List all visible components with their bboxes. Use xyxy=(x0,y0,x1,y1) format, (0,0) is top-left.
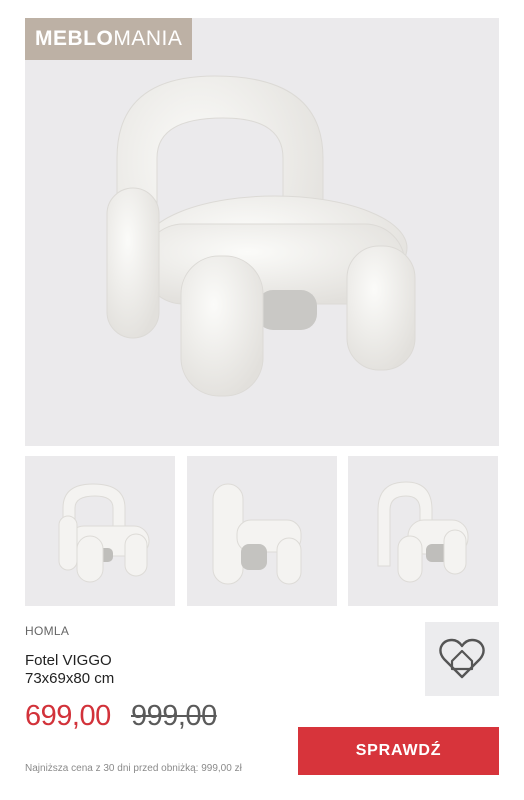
product-thumbnail-angle[interactable] xyxy=(348,456,498,606)
favorite-button[interactable] xyxy=(425,622,499,696)
armchair-angle-thumb xyxy=(377,481,469,583)
product-thumbnail-front[interactable] xyxy=(25,456,175,606)
logo-text-bold: MEBLO xyxy=(35,27,114,50)
logo-text-light: MANIA xyxy=(113,27,183,50)
product-name-line1: Fotel VIGGO xyxy=(25,652,112,669)
old-price: 999,00 xyxy=(131,700,217,732)
armchair-side-thumb xyxy=(212,483,302,585)
current-price: 699,00 xyxy=(25,700,111,732)
product-brand: HOMLA xyxy=(25,624,70,638)
armchair-front-thumb xyxy=(58,483,150,583)
lowest-price-note: Najniższa cena z 30 dni przed obniżką: 9… xyxy=(25,763,242,774)
product-thumbnail-side[interactable] xyxy=(187,456,337,606)
meblomania-logo[interactable]: MEBLO MANIA xyxy=(25,18,193,60)
check-offer-button[interactable]: SPRAWDŹ xyxy=(298,727,499,775)
armchair-front-illustration xyxy=(106,75,416,397)
product-name[interactable]: Fotel VIGGO 73x69x80 cm xyxy=(25,652,114,688)
product-main-image[interactable] xyxy=(25,18,499,446)
product-dimensions: 73x69x80 cm xyxy=(25,670,115,687)
heart-house-icon xyxy=(439,638,485,679)
